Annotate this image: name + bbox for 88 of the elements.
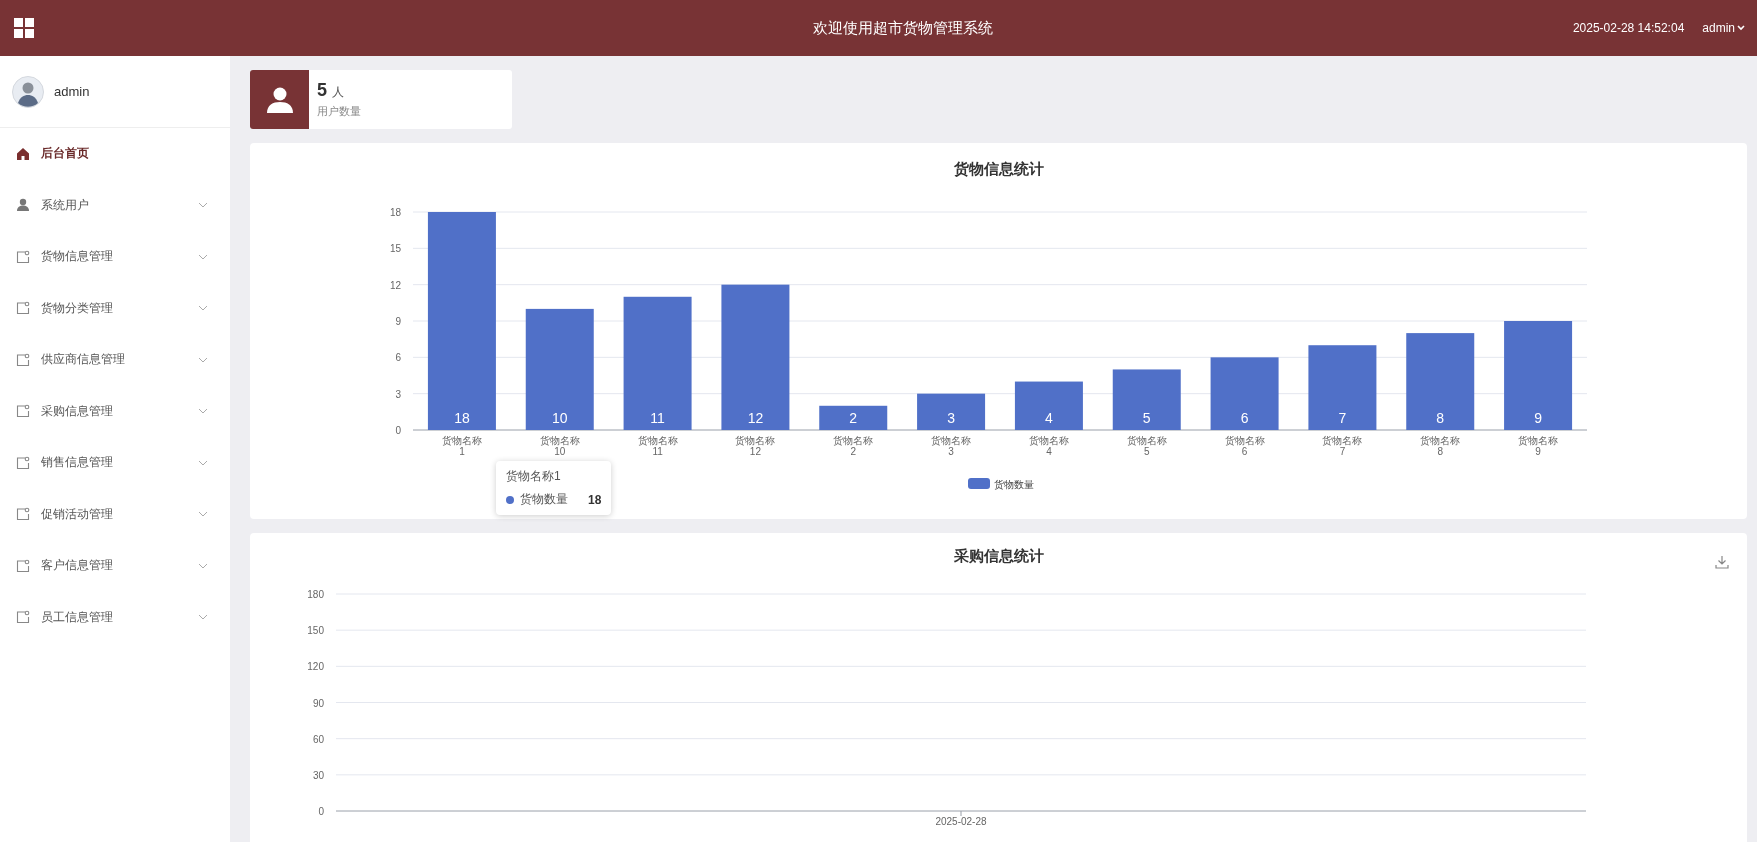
data-label: 10 xyxy=(551,410,568,426)
axis-tick-label: 180 xyxy=(307,589,324,600)
data-label: 5 xyxy=(1142,410,1151,426)
home-icon xyxy=(16,146,30,161)
data-label: 11 xyxy=(650,410,665,426)
document-icon xyxy=(16,558,30,573)
menu-item[interactable]: 后台首页 xyxy=(0,128,230,180)
axis-tick-label: 3 xyxy=(395,388,401,400)
axis-tick-label: 0 xyxy=(318,806,324,817)
chevron-down-icon xyxy=(198,459,208,466)
data-label: 3 xyxy=(947,410,955,426)
data-label: 9 xyxy=(1534,410,1542,426)
document-icon xyxy=(16,352,30,367)
document-icon xyxy=(16,301,30,316)
axis-tick-label: 6 xyxy=(395,352,401,364)
stat-unit: 人 xyxy=(332,84,344,101)
data-label: 7 xyxy=(1338,410,1347,426)
legend-label: 货物数量 xyxy=(994,479,1034,490)
user-menu[interactable]: admin xyxy=(1702,21,1735,35)
menu-item[interactable]: 采购信息管理 xyxy=(0,385,230,437)
user-icon xyxy=(16,198,30,213)
download-icon[interactable] xyxy=(1715,555,1729,569)
category-label: 货物名称6 xyxy=(1224,435,1265,457)
menu-item[interactable]: 系统用户 xyxy=(0,179,230,231)
avatar xyxy=(12,75,44,108)
stat-value: 5 xyxy=(317,80,327,101)
axis-tick-label: 9 xyxy=(395,316,401,327)
legend-item[interactable]: 货物数量 xyxy=(968,478,1034,490)
menu-item[interactable]: 促销活动管理 xyxy=(0,488,230,540)
axis-tick-label: 12 xyxy=(389,279,401,291)
category-label: 2025-02-28 xyxy=(935,816,987,827)
category-label: 货物名称1 xyxy=(441,435,482,457)
chevron-down-icon xyxy=(198,305,208,312)
date-time: 2025-02-28 14:52:04 xyxy=(1572,21,1685,35)
category-label: 货物名称7 xyxy=(1322,435,1363,457)
category-label: 货物名称3 xyxy=(931,435,972,457)
user-name: admin xyxy=(54,84,90,99)
document-icon xyxy=(16,404,30,419)
category-label: 货物名称12 xyxy=(735,435,776,457)
axis-tick-label: 0 xyxy=(395,425,401,436)
axis-tick-label: 15 xyxy=(389,243,401,255)
caret-icon xyxy=(1737,25,1745,31)
data-label: 6 xyxy=(1240,410,1249,426)
chart-title: 货物信息统计 xyxy=(952,159,1045,179)
menu-icon[interactable] xyxy=(14,18,34,38)
axis-tick-label: 150 xyxy=(307,625,324,637)
menu-item[interactable]: 供应商信息管理 xyxy=(0,334,230,386)
axis-tick-label: 60 xyxy=(312,733,324,745)
menu-item[interactable]: 货物分类管理 xyxy=(0,282,230,334)
category-label: 货物名称9 xyxy=(1518,435,1559,457)
document-icon xyxy=(16,249,30,264)
data-label: 8 xyxy=(1436,410,1445,426)
category-label: 货物名称10 xyxy=(539,435,580,457)
document-icon xyxy=(16,507,30,522)
category-label: 货物名称2 xyxy=(833,435,874,457)
data-label: 18 xyxy=(454,410,470,426)
data-label: 4 xyxy=(1045,410,1053,426)
menu-item[interactable]: 销售信息管理 xyxy=(0,437,230,489)
data-label: 2 xyxy=(849,410,858,426)
axis-tick-label: 90 xyxy=(312,697,324,709)
stat-label: 用户数量 xyxy=(317,104,361,119)
document-icon xyxy=(16,455,30,470)
series-dot xyxy=(506,495,514,504)
category-label: 货物名称5 xyxy=(1126,435,1167,457)
tooltip-value: 18 xyxy=(588,492,602,507)
category-label: 货物名称11 xyxy=(637,435,678,457)
menu-item[interactable]: 员工信息管理 xyxy=(0,591,230,643)
chevron-down-icon xyxy=(198,511,208,518)
chevron-down-icon xyxy=(198,202,208,209)
chevron-down-icon xyxy=(198,253,208,260)
chevron-down-icon xyxy=(198,562,208,569)
axis-tick-label: 30 xyxy=(312,769,324,781)
chevron-down-icon xyxy=(198,356,208,363)
chevron-down-icon xyxy=(198,408,208,415)
document-icon xyxy=(16,610,30,625)
category-label: 货物名称4 xyxy=(1028,435,1069,457)
user-icon xyxy=(265,85,294,114)
tooltip-title: 货物名称1 xyxy=(506,468,562,485)
app-title: 欢迎使用超市货物管理系统 xyxy=(812,18,995,38)
data-label: 12 xyxy=(747,410,764,426)
axis-tick-label: 18 xyxy=(389,207,401,218)
axis-tick-label: 120 xyxy=(307,661,324,673)
menu-item[interactable]: 货物信息管理 xyxy=(0,231,230,283)
tooltip-label: 货物数量 xyxy=(520,491,568,508)
category-label: 货物名称8 xyxy=(1420,435,1461,457)
chevron-down-icon xyxy=(198,614,208,621)
menu-item[interactable]: 客户信息管理 xyxy=(0,540,230,592)
chart-title: 采购信息统计 xyxy=(952,546,1045,566)
